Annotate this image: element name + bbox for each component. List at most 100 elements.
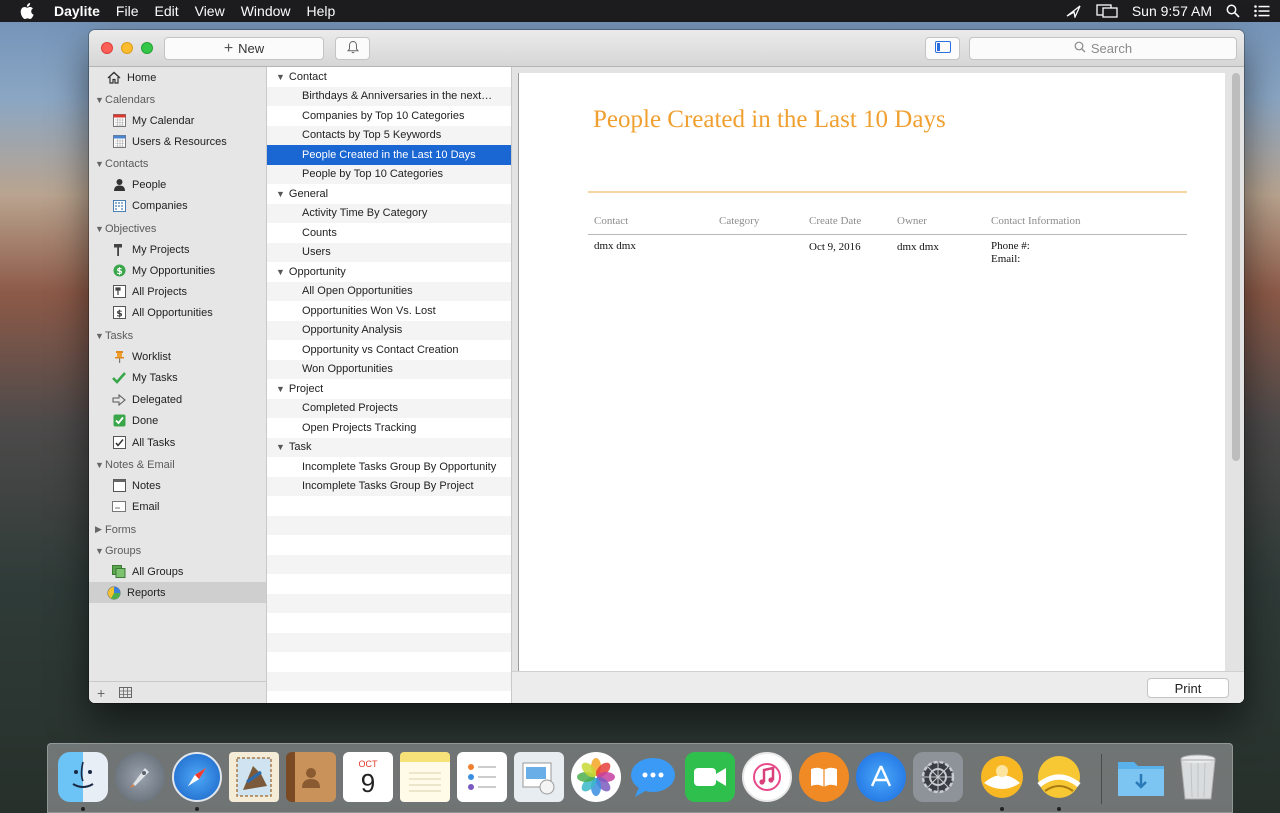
report-item[interactable]: People by Top 10 Categories — [267, 164, 511, 184]
report-category-general[interactable]: ▼ General — [267, 184, 511, 204]
sidebar-item-all-projects[interactable]: All Projects — [89, 281, 266, 302]
system-preferences-icon[interactable] — [913, 752, 963, 802]
empty-row — [267, 671, 511, 691]
new-button[interactable]: + New — [164, 37, 324, 60]
menu-app-name[interactable]: Daylite — [54, 3, 100, 19]
sidebar-item-all-opportunities[interactable]: $ All Opportunities — [89, 302, 266, 323]
airplay-display-icon[interactable] — [1096, 4, 1118, 18]
spotlight-search-icon[interactable] — [1226, 4, 1240, 18]
report-item[interactable]: Birthdays & Anniversaries in the next… — [267, 86, 511, 106]
toggle-sidebar-button[interactable] — [925, 37, 960, 60]
sidebar-item-users-resources[interactable]: Users & Resources — [89, 131, 266, 152]
report-item[interactable]: Opportunity vs Contact Creation — [267, 340, 511, 360]
report-item[interactable]: Opportunities Won Vs. Lost — [267, 301, 511, 321]
sidebar-group-calendars[interactable]: ▼ Calendars — [89, 89, 266, 110]
menu-edit[interactable]: Edit — [154, 3, 178, 19]
facetime-icon[interactable] — [685, 752, 735, 802]
add-icon[interactable]: + — [97, 685, 105, 701]
report-item[interactable]: Won Opportunities — [267, 359, 511, 379]
safari-icon[interactable] — [172, 752, 222, 802]
report-item[interactable]: Opportunity Analysis — [267, 320, 511, 340]
daylite-dock-icon[interactable] — [977, 752, 1027, 802]
notes-app-icon[interactable] — [400, 752, 450, 802]
sidebar-item-home[interactable]: Home — [89, 67, 266, 88]
sidebar-item-worklist[interactable]: Worklist — [89, 346, 266, 367]
pin-icon — [112, 350, 126, 364]
finder-icon[interactable] — [58, 752, 108, 802]
menu-file[interactable]: File — [116, 3, 139, 19]
apple-menu-icon[interactable] — [20, 3, 38, 19]
vertical-scrollbar[interactable] — [1232, 73, 1240, 461]
sidebar-item-my-calendar[interactable]: My Calendar — [89, 110, 266, 131]
notification-center-icon[interactable] — [1254, 5, 1270, 17]
calendar-app-icon[interactable]: OCT 9 — [343, 752, 393, 802]
sidebar-item-companies[interactable]: Companies — [89, 195, 266, 216]
launchpad-icon[interactable] — [115, 752, 165, 802]
sidebar-item-my-tasks[interactable]: My Tasks — [89, 367, 266, 388]
menu-window[interactable]: Window — [241, 3, 291, 19]
sidebar-item-people[interactable]: People — [89, 174, 266, 195]
sidebar-item-my-opportunities[interactable]: $ My Opportunities — [89, 260, 266, 281]
location-arrow-icon[interactable] — [1066, 4, 1082, 18]
sidebar-item-label: Worklist — [132, 350, 171, 363]
minimize-window-button[interactable] — [121, 42, 133, 54]
report-category-project[interactable]: ▼ Project — [267, 379, 511, 399]
preview-app-icon[interactable] — [514, 752, 564, 802]
menu-help[interactable]: Help — [307, 3, 336, 19]
report-item[interactable]: Users — [267, 242, 511, 262]
sidebar-group-forms[interactable]: ▶ Forms — [89, 519, 266, 540]
app-store-icon[interactable] — [856, 752, 906, 802]
photos-icon[interactable] — [571, 752, 621, 802]
reminders-icon[interactable] — [457, 752, 507, 802]
sidebar-item-delegated[interactable]: Delegated — [89, 389, 266, 410]
report-item-label: Birthdays & Anniversaries in the next… — [302, 90, 493, 103]
mail-stamp-icon[interactable] — [229, 752, 279, 802]
sidebar-item-my-projects[interactable]: My Projects — [89, 239, 266, 260]
report-item[interactable]: Activity Time By Category — [267, 203, 511, 223]
report-item-label: Companies by Top 10 Categories — [302, 109, 465, 122]
sidebar-item-all-tasks[interactable]: All Tasks — [89, 432, 266, 453]
close-window-button[interactable] — [101, 42, 113, 54]
zoom-window-button[interactable] — [141, 42, 153, 54]
notifications-button[interactable] — [335, 37, 370, 60]
sidebar-item-done[interactable]: Done — [89, 410, 266, 431]
sidebar-group-notes-email[interactable]: ▼ Notes & Email — [89, 454, 266, 475]
ibooks-icon[interactable] — [799, 752, 849, 802]
report-item[interactable]: All Open Opportunities — [267, 281, 511, 301]
cell-phone: Phone #: — [991, 240, 1030, 252]
report-item[interactable]: Completed Projects — [267, 398, 511, 418]
search-field[interactable]: Search — [969, 37, 1237, 60]
sidebar-item-email[interactable]: Email — [89, 496, 266, 517]
report-category-task[interactable]: ▼ Task — [267, 437, 511, 457]
messages-icon[interactable] — [628, 752, 678, 802]
daylite-server-dock-icon[interactable] — [1034, 752, 1084, 802]
sidebar-group-groups[interactable]: ▼ Groups — [89, 540, 266, 561]
sidebar-group-contacts[interactable]: ▼ Contacts — [89, 153, 266, 174]
sidebar-item-reports[interactable]: Reports — [89, 582, 266, 603]
menu-view[interactable]: View — [195, 3, 225, 19]
report-item-selected[interactable]: People Created in the Last 10 Days — [267, 145, 511, 165]
sidebar-group-label: Forms — [105, 523, 137, 536]
contacts-icon[interactable] — [286, 752, 336, 802]
sidebar-group-objectives[interactable]: ▼ Objectives — [89, 218, 266, 239]
report-item[interactable]: Companies by Top 10 Categories — [267, 106, 511, 126]
report-category-opportunity[interactable]: ▼ Opportunity — [267, 262, 511, 282]
sidebar-item-notes[interactable]: Notes — [89, 475, 266, 496]
downloads-folder-icon[interactable] — [1116, 752, 1166, 802]
menubar-clock[interactable]: Sun 9:57 AM — [1132, 3, 1212, 19]
report-item[interactable]: Contacts by Top 5 Keywords — [267, 125, 511, 145]
sidebar: Home ▼ Calendars My Calendar Users & Reso… — [89, 67, 267, 703]
sidebar-group-tasks[interactable]: ▼ Tasks — [89, 325, 266, 346]
itunes-icon[interactable] — [742, 752, 792, 802]
sidebar-item-all-groups[interactable]: All Groups — [89, 561, 266, 582]
report-category-label: General — [288, 187, 329, 200]
report-item[interactable]: Incomplete Tasks Group By Project — [267, 476, 511, 496]
disclosure-open-icon: ▼ — [276, 266, 285, 277]
report-item[interactable]: Counts — [267, 223, 511, 243]
print-button[interactable]: Print — [1147, 678, 1229, 698]
report-category-contact[interactable]: ▼ Contact — [267, 67, 511, 87]
trash-icon[interactable] — [1173, 752, 1223, 802]
report-item[interactable]: Incomplete Tasks Group By Opportunity — [267, 457, 511, 477]
grid-view-icon[interactable] — [119, 685, 133, 701]
report-item[interactable]: Open Projects Tracking — [267, 418, 511, 438]
